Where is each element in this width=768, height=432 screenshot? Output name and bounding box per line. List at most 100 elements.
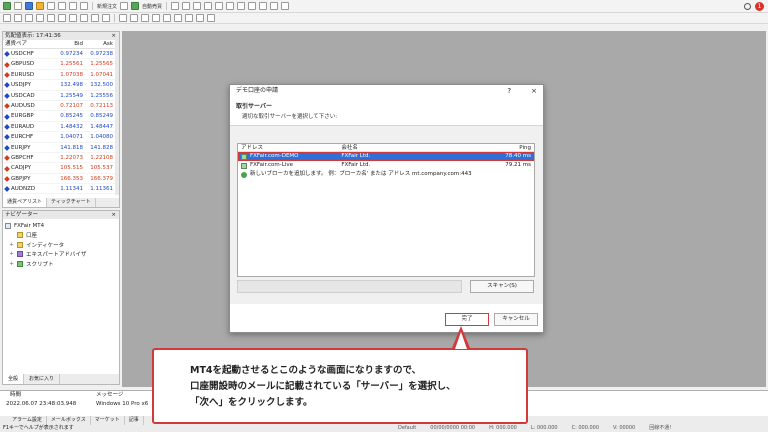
terminal-icon[interactable] xyxy=(69,2,77,10)
tab-symbols[interactable]: 通貨ペアリスト xyxy=(3,198,48,207)
meta-editor-icon[interactable] xyxy=(120,2,129,10)
periods-icon[interactable] xyxy=(270,2,279,10)
column-ask[interactable]: Ask xyxy=(85,40,115,49)
finish-button[interactable]: 完了 xyxy=(445,313,489,326)
column-company[interactable]: 会社名 xyxy=(341,144,470,151)
table-row[interactable]: AUDUSD 0.72107 0.72113 xyxy=(3,101,119,112)
fibonacci-icon[interactable] xyxy=(69,14,77,22)
zoom-in-icon[interactable] xyxy=(204,2,213,10)
tab-favorites[interactable]: お気に入り xyxy=(24,374,61,384)
tab-tick-chart[interactable]: ティックチャート xyxy=(47,198,96,207)
zoom-out-icon[interactable] xyxy=(215,2,224,10)
table-row[interactable]: AUDNZD 1.11341 1.11361 xyxy=(3,184,119,195)
chart-shift-icon[interactable] xyxy=(248,2,257,10)
profiles-icon[interactable] xyxy=(14,2,22,10)
period-h4-icon[interactable] xyxy=(174,14,182,22)
nav-item-indicators[interactable]: + インディケータ xyxy=(5,240,119,250)
close-icon[interactable]: × xyxy=(111,211,116,219)
expand-icon[interactable]: + xyxy=(9,261,14,267)
navigator-icon[interactable] xyxy=(58,2,66,10)
period-m5-icon[interactable] xyxy=(130,14,138,22)
period-m1-icon[interactable] xyxy=(119,14,127,22)
notification-badge[interactable]: 1 xyxy=(755,2,764,11)
nav-root[interactable]: FXFair MT4 xyxy=(5,221,119,231)
nav-item-experts[interactable]: + エキスパートアドバイザ xyxy=(5,250,119,260)
indicators-icon[interactable] xyxy=(259,2,268,10)
strategy-tester-icon[interactable] xyxy=(80,2,88,10)
vertical-line-icon[interactable] xyxy=(25,14,33,22)
tab-market[interactable]: マーケット xyxy=(91,416,125,425)
new-order-button[interactable]: 新規注文 xyxy=(97,3,117,10)
cursor-icon[interactable] xyxy=(3,14,11,22)
table-row[interactable]: EURAUD 1.48432 1.48447 xyxy=(3,122,119,133)
period-w1-icon[interactable] xyxy=(196,14,204,22)
market-watch-scrollbar[interactable] xyxy=(115,40,119,195)
symbol-name: GBPUSD xyxy=(11,61,35,68)
column-bid[interactable]: Bid xyxy=(55,40,85,49)
server-row-demo[interactable]: FXFair.com-DEMO FXFair Ltd. 78.40 ms xyxy=(238,152,534,161)
tile-windows-icon[interactable] xyxy=(226,2,235,10)
tab-common[interactable]: 全般 xyxy=(3,374,25,384)
help-button[interactable]: ? xyxy=(507,85,511,97)
label-icon[interactable] xyxy=(91,14,99,22)
table-row[interactable]: EURJPY 141.818 141.828 xyxy=(3,143,119,153)
bid-value: 1.48432 xyxy=(60,123,83,130)
server-icon xyxy=(241,162,247,169)
new-chart-icon[interactable] xyxy=(3,2,11,10)
symbol-name: EURCHF xyxy=(11,134,34,141)
auto-scroll-icon[interactable] xyxy=(237,2,246,10)
table-row[interactable]: EURCHF 1.04071 1.04080 xyxy=(3,132,119,143)
tab-articles[interactable]: 記事 xyxy=(125,416,144,425)
table-row[interactable]: GBPCHF 1.22073 1.22108 xyxy=(3,153,119,164)
table-row[interactable]: USDCAD 1.25549 1.25556 xyxy=(3,91,119,101)
column-time[interactable]: 時間 xyxy=(10,391,96,400)
market-watch-icon[interactable] xyxy=(36,2,44,10)
table-row[interactable]: EURGBP 0.85245 0.85249 xyxy=(3,111,119,122)
server-company: FXFair Ltd. xyxy=(341,162,371,168)
column-message[interactable]: メッセージ xyxy=(96,391,123,400)
data-window-icon[interactable] xyxy=(47,2,55,10)
expand-icon[interactable]: + xyxy=(9,251,14,257)
table-row[interactable]: USDCHF 0.97234 0.97238 xyxy=(3,49,119,60)
line-chart-icon[interactable] xyxy=(193,2,202,10)
crosshair-icon[interactable] xyxy=(14,14,22,22)
table-row[interactable]: GBPJPY 166.353 166.379 xyxy=(3,174,119,185)
period-m15-icon[interactable] xyxy=(141,14,149,22)
server-row-live[interactable]: FXFair.com-Live FXFair Ltd. 79.21 ms xyxy=(238,161,534,170)
auto-trading-icon[interactable] xyxy=(131,2,140,10)
table-row[interactable]: GBPUSD 1.25561 1.25565 xyxy=(3,59,119,70)
column-ping[interactable]: Ping xyxy=(470,144,534,151)
candle-chart-icon[interactable] xyxy=(182,2,191,10)
period-h1-icon[interactable] xyxy=(163,14,171,22)
nav-item-scripts[interactable]: + スクリプト xyxy=(5,259,119,269)
script-icon xyxy=(17,260,23,267)
add-broker-row[interactable]: 新しいブローカを追加します。 例：ブローカ名' または アドレス mt.comp… xyxy=(238,170,534,179)
table-row[interactable]: CADJPY 105.515 105.537 xyxy=(3,163,119,174)
period-mn-icon[interactable] xyxy=(207,14,215,22)
period-m30-icon[interactable] xyxy=(152,14,160,22)
tab-mailbox[interactable]: メールボックス xyxy=(47,416,91,425)
trendline-icon[interactable] xyxy=(47,14,55,22)
horizontal-line-icon[interactable] xyxy=(36,14,44,22)
ask-value: 1.22108 xyxy=(90,154,113,161)
cancel-button[interactable]: キャンセル xyxy=(494,313,538,326)
auto-trading-button[interactable]: 自動売買 xyxy=(142,3,162,10)
tab-alerts[interactable]: アラーム設定 xyxy=(8,416,47,425)
table-row[interactable]: EURUSD 1.07038 1.07041 xyxy=(3,70,119,81)
table-row[interactable]: USDJPY 132.498 132.500 xyxy=(3,80,119,91)
channel-icon[interactable] xyxy=(58,14,66,22)
search-icon[interactable] xyxy=(744,3,751,10)
arrows-icon[interactable] xyxy=(102,14,110,22)
chart-window-icon[interactable] xyxy=(25,2,33,10)
text-icon[interactable] xyxy=(80,14,88,22)
templates-icon[interactable] xyxy=(281,2,290,10)
bar-chart-icon[interactable] xyxy=(171,2,180,10)
close-icon[interactable]: × xyxy=(111,32,116,40)
column-address[interactable]: アドレス xyxy=(238,144,341,151)
column-symbol[interactable]: 通貨ペア xyxy=(5,40,55,49)
period-d1-icon[interactable] xyxy=(185,14,193,22)
expand-icon[interactable]: + xyxy=(9,242,14,248)
scan-button[interactable]: スキャン(S) xyxy=(470,280,534,293)
close-button[interactable]: × xyxy=(531,85,537,97)
nav-item-accounts[interactable]: 口座 xyxy=(5,231,119,241)
